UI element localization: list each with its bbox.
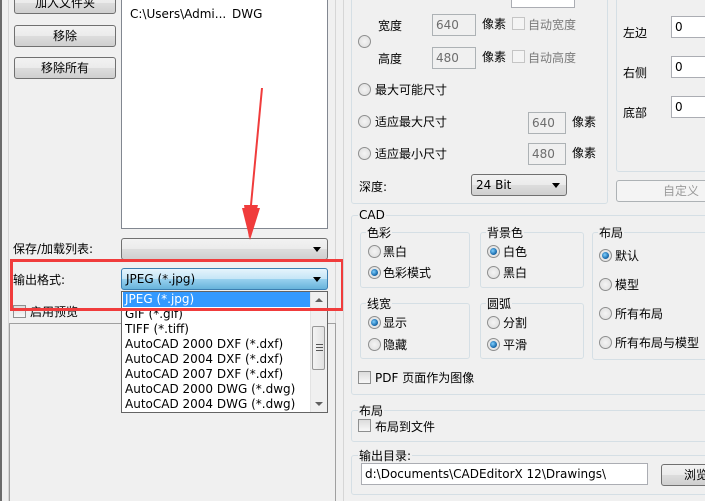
background-group-title: 背景色	[486, 224, 525, 241]
margin-left-label: 左边	[623, 26, 648, 40]
output-dir-input[interactable]: d:\Documents\CADEditorX 12\Drawings\	[361, 463, 648, 485]
arc-smooth-radio[interactable]	[487, 338, 500, 351]
layout-all-model-label: 所有布局与模型	[615, 336, 700, 350]
arc-split-radio[interactable]	[487, 316, 500, 329]
dropdown-option[interactable]: AutoCAD 2004 DXF (*.dxf)	[123, 352, 311, 367]
lineweight-show-label: 显示	[383, 316, 408, 330]
scroll-down-icon[interactable]	[315, 402, 323, 406]
max-possible-radio[interactable]	[358, 83, 371, 96]
depth-label: 深度:	[359, 180, 388, 194]
add-folder-button[interactable]: 加入文件夹	[14, 0, 116, 14]
background-white-label: 白色	[503, 245, 528, 259]
color-bw-radio[interactable]	[368, 245, 381, 258]
height-label: 高度	[378, 52, 403, 66]
fit-min-label: 适应最小尺寸	[375, 147, 448, 161]
browse-button[interactable]: 浏览	[661, 464, 705, 486]
top-input[interactable]	[511, 0, 575, 8]
auto-height-label: 自动高度	[528, 51, 577, 65]
dropdown-option[interactable]: AutoCAD 2000 DWG (*.dwg)	[123, 382, 311, 397]
fit-max-radio[interactable]	[358, 115, 371, 128]
color-mode-radio[interactable]	[368, 266, 381, 279]
background-bw-radio[interactable]	[487, 266, 500, 279]
layout-model-radio[interactable]	[599, 278, 612, 291]
window-edge	[0, 0, 2, 501]
layout-model-label: 模型	[615, 278, 640, 292]
custom-button[interactable]: 自定义	[616, 180, 705, 202]
depth-value: 24 Bit	[476, 178, 512, 192]
dropdown-option[interactable]: TIFF (*.tiff)	[123, 322, 311, 337]
panel-divider	[343, 0, 344, 501]
cad-group-title: CAD	[358, 208, 386, 222]
dropdown-option[interactable]: AutoCAD 2004 DWG (*.dwg)	[123, 397, 311, 412]
output-dir-title: 输出目录:	[358, 447, 413, 464]
dropdown-option[interactable]: AutoCAD 2000 DXF (*.dxf)	[123, 337, 311, 352]
fit-min-input[interactable]: 480	[528, 143, 566, 165]
lineweight-hide-label: 隐藏	[383, 338, 408, 352]
lineweight-show-radio[interactable]	[368, 316, 381, 329]
layout-default-radio[interactable]	[599, 249, 612, 262]
custom-size-radio[interactable]	[358, 35, 371, 48]
chevron-down-icon	[552, 183, 560, 188]
layout-all-label: 所有布局	[615, 307, 664, 321]
background-white-radio[interactable]	[487, 245, 500, 258]
color-group-title: 色彩	[366, 224, 393, 241]
arc-smooth-label: 平滑	[503, 338, 528, 352]
layout-to-file-label: 布局到文件	[375, 420, 436, 434]
fit-min-unit-label: 像素	[572, 146, 597, 160]
auto-height-checkbox[interactable]	[512, 50, 525, 63]
layout-all-radio[interactable]	[599, 307, 612, 320]
file-list-item[interactable]: C:\Users\Admi... DWG	[130, 7, 325, 23]
remove-all-button[interactable]: 移除所有	[14, 57, 116, 79]
width-label: 宽度	[378, 19, 403, 33]
fit-max-label: 适应最大尺寸	[375, 115, 448, 129]
chevron-down-icon	[313, 247, 321, 252]
annotation-arrow-icon	[242, 88, 263, 240]
layout-group-title: 布局	[598, 224, 625, 241]
height-unit-label: 像素	[482, 50, 507, 64]
save-load-list-label: 保存/加载列表:	[13, 242, 94, 256]
depth-combo[interactable]: 24 Bit	[471, 174, 567, 196]
layout-to-file-checkbox[interactable]	[358, 419, 371, 432]
height-input[interactable]: 480	[432, 47, 476, 69]
arc-group-title: 圆弧	[486, 295, 513, 312]
auto-width-label: 自动宽度	[528, 18, 577, 32]
pdf-as-image-checkbox[interactable]	[358, 371, 371, 384]
margin-left-input[interactable]: 0	[671, 16, 705, 38]
margin-bottom-label: 底部	[623, 106, 648, 120]
layout-all-model-radio[interactable]	[599, 336, 612, 349]
lineweight-hide-radio[interactable]	[368, 338, 381, 351]
file-list[interactable]: C:\Users\Admi... DWG	[121, 0, 328, 229]
file-type: DWG	[232, 7, 263, 21]
fit-min-radio[interactable]	[358, 147, 371, 160]
max-possible-label: 最大可能尺寸	[375, 83, 448, 97]
dropdown-option[interactable]: AutoCAD 2007 DXF (*.dxf)	[123, 367, 311, 382]
color-mode-label: 色彩模式	[383, 266, 432, 280]
fit-max-unit-label: 像素	[572, 115, 597, 129]
lineweight-group-title: 线宽	[366, 295, 393, 312]
pdf-as-image-label: PDF 页面作为图像	[375, 371, 475, 385]
margin-right-input[interactable]: 0	[671, 56, 705, 78]
arc-split-label: 分割	[503, 316, 528, 330]
file-path: C:\Users\Admi...	[130, 7, 227, 21]
color-bw-label: 黑白	[383, 245, 408, 259]
width-input[interactable]: 640	[432, 14, 476, 36]
margin-bottom-input[interactable]: 0	[671, 96, 705, 118]
auto-width-checkbox[interactable]	[512, 17, 525, 30]
highlight-rectangle	[10, 259, 344, 311]
background-bw-label: 黑白	[503, 266, 528, 280]
scrollbar-thumb[interactable]	[312, 326, 325, 370]
layout-default-label: 默认	[615, 249, 640, 263]
save-load-list-combo[interactable]	[121, 238, 328, 260]
margin-right-label: 右侧	[623, 66, 648, 80]
layout-section-title: 布局	[358, 402, 385, 419]
fit-max-input[interactable]: 640	[528, 112, 566, 134]
remove-button[interactable]: 移除	[14, 25, 116, 47]
width-unit-label: 像素	[482, 17, 507, 31]
